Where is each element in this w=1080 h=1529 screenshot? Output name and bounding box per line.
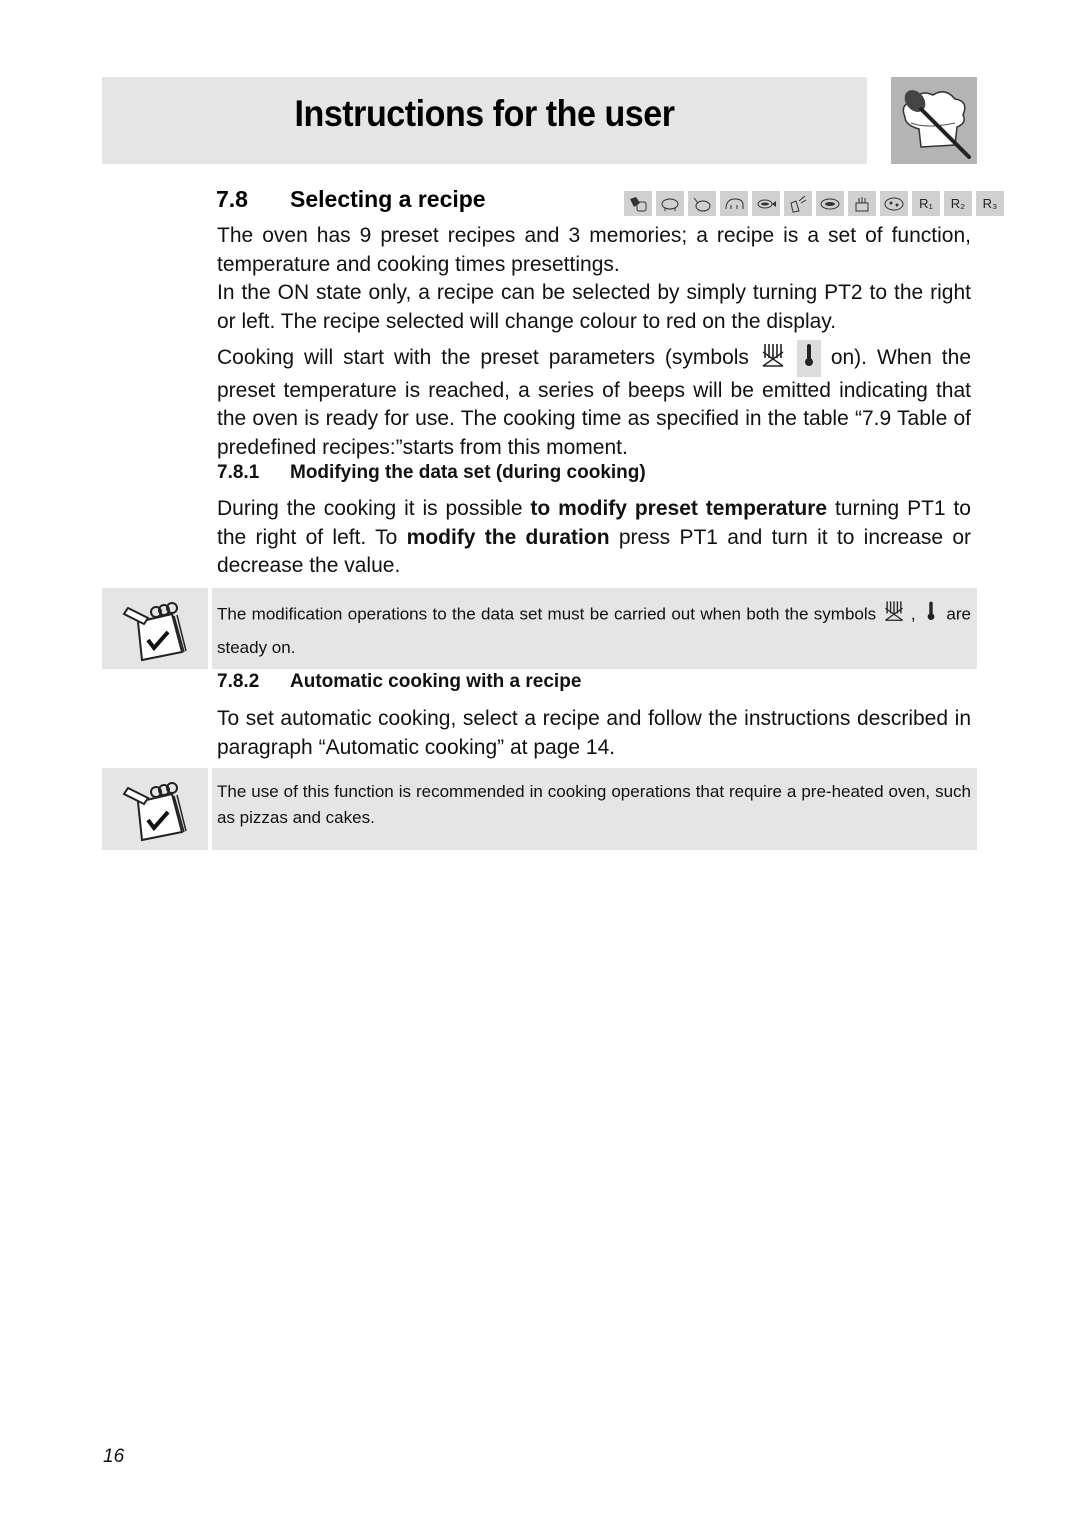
note-1-text: The modification operations to the data … <box>212 588 977 669</box>
text-segment: During the cooking it is possible <box>217 497 531 520</box>
recipe-9-pizza-icon <box>880 191 908 216</box>
recipe-6-vegetables-icon <box>784 191 812 216</box>
recipe-2-pork-icon <box>656 191 684 216</box>
paragraph-3-start: Cooking will start with the preset param… <box>217 345 749 369</box>
recipe-3-chicken-icon <box>688 191 716 216</box>
subsection-title: Modifying the data set (during cooking) <box>290 462 646 483</box>
page-title: Instructions for the user <box>294 93 675 134</box>
recipe-8-cake-icon <box>848 191 876 216</box>
memory-r2: R₂ <box>944 191 972 216</box>
thermometer-icon <box>796 340 821 377</box>
note-text-start: The modification operations to the data … <box>217 604 877 624</box>
recipe-4-lamb-icon <box>720 191 748 216</box>
bold-segment: modify the duration <box>406 525 610 549</box>
subsection-2-paragraph: To set automatic cooking, select a recip… <box>217 707 971 759</box>
thermometer-icon <box>921 598 941 632</box>
memory-r3: R₃ <box>976 191 1004 216</box>
chef-hat-spoon-icon <box>891 77 977 164</box>
memory-r1: R₁ <box>912 191 940 216</box>
subsection-1-paragraph: During the cooking it is possible to mod… <box>217 495 971 581</box>
subsection-heading-7-8-1: 7.8.1 Modifying the data set (during cook… <box>217 462 646 484</box>
recipe-1-icon <box>624 191 652 216</box>
header-band: Instructions for the user <box>102 77 867 164</box>
recipe-5-fish-icon <box>752 191 780 216</box>
recipe-icon-strip: R₁ R₂ R₃ <box>624 191 1004 216</box>
note-2-text: The use of this function is recommended … <box>212 768 977 850</box>
section-number: 7.8 <box>216 186 248 212</box>
section-paragraph-3: Cooking will start with the preset param… <box>217 340 971 462</box>
section-heading: 7.8 Selecting a recipe <box>216 186 486 213</box>
grill-fan-symbol-icon <box>882 598 906 632</box>
bold-segment: to modify preset temperature <box>530 497 828 520</box>
grill-fan-symbol-icon <box>759 340 787 377</box>
note-box-2: The use of this function is recommended … <box>102 768 977 850</box>
section-paragraph-1: The oven has 9 preset recipes and 3 memo… <box>217 224 971 276</box>
subsection-heading-7-8-2: 7.8.2 Automatic cooking with a recipe <box>217 671 581 693</box>
section-title: Selecting a recipe <box>290 186 486 212</box>
section-paragraph-2: In the ON state only, a recipe can be se… <box>217 281 971 333</box>
subsection-title: Automatic cooking with a recipe <box>290 671 582 692</box>
notepad-check-icon <box>102 588 208 669</box>
subsection-number: 7.8.1 <box>217 462 260 483</box>
recipe-7-lasagne-icon <box>816 191 844 216</box>
notepad-check-icon <box>102 768 208 850</box>
comma: , <box>910 604 916 624</box>
subsection-number: 7.8.2 <box>217 671 260 692</box>
page-number: 16 <box>103 1446 125 1467</box>
note-box-1: The modification operations to the data … <box>102 588 977 669</box>
